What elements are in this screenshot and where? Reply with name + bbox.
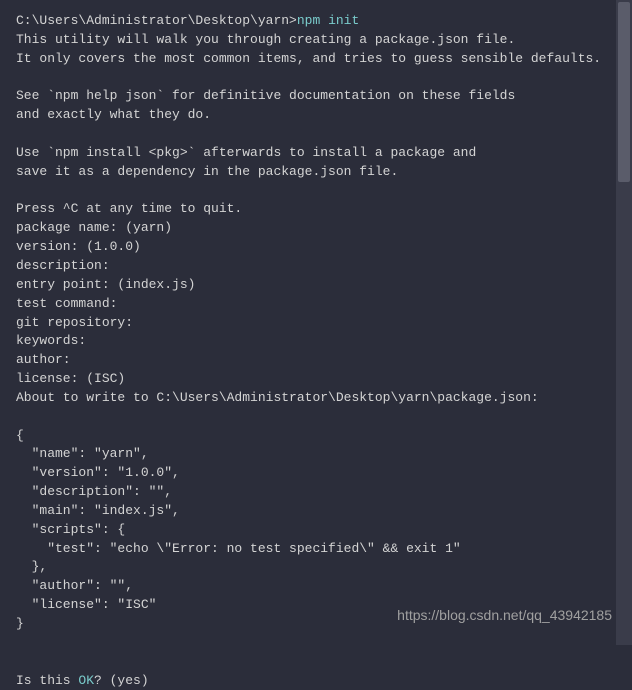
- command-text: npm init: [297, 13, 359, 28]
- json-description: "description": "",: [16, 484, 172, 499]
- json-name: "name": "yarn",: [16, 446, 149, 461]
- help-line-1: See `npm help json` for definitive docum…: [16, 88, 515, 103]
- prompt-git-repository: git repository:: [16, 315, 133, 330]
- json-author: "author": "",: [16, 578, 133, 593]
- json-main: "main": "index.js",: [16, 503, 180, 518]
- confirm-ok: OK: [78, 673, 94, 688]
- terminal-output: C:\Users\Administrator\Desktop\yarn>npm …: [16, 12, 616, 690]
- prompt-path: C:\Users\Administrator\Desktop\yarn>: [16, 13, 297, 28]
- install-line-1: Use `npm install <pkg>` afterwards to in…: [16, 145, 476, 160]
- json-license: "license": "ISC": [16, 597, 156, 612]
- json-test: "test": "echo \"Error: no test specified…: [16, 541, 461, 556]
- scrollbar-thumb[interactable]: [618, 2, 630, 182]
- json-open: {: [16, 428, 24, 443]
- confirm-suffix: ? (yes): [94, 673, 149, 688]
- scrollbar-track[interactable]: [616, 0, 632, 645]
- help-line-2: and exactly what they do.: [16, 107, 211, 122]
- prompt-keywords: keywords:: [16, 333, 86, 348]
- intro-line-1: This utility will walk you through creat…: [16, 32, 515, 47]
- prompt-author: author:: [16, 352, 71, 367]
- prompt-license: license: (ISC): [16, 371, 125, 386]
- prompt-description: description:: [16, 258, 110, 273]
- prompt-entry-point: entry point: (index.js): [16, 277, 195, 292]
- watermark-text: https://blog.csdn.net/qq_43942185: [397, 605, 612, 625]
- intro-line-2: It only covers the most common items, an…: [16, 51, 601, 66]
- prompt-package-name: package name: (yarn): [16, 220, 172, 235]
- prompt-test-command: test command:: [16, 296, 117, 311]
- json-close: }: [16, 616, 24, 631]
- prompt-version: version: (1.0.0): [16, 239, 141, 254]
- about-to-write: About to write to C:\Users\Administrator…: [16, 390, 539, 405]
- json-version: "version": "1.0.0",: [16, 465, 180, 480]
- confirm-prefix: Is this: [16, 673, 78, 688]
- install-line-2: save it as a dependency in the package.j…: [16, 164, 398, 179]
- quit-line: Press ^C at any time to quit.: [16, 201, 242, 216]
- json-scripts-open: "scripts": {: [16, 522, 125, 537]
- json-scripts-close: },: [16, 559, 47, 574]
